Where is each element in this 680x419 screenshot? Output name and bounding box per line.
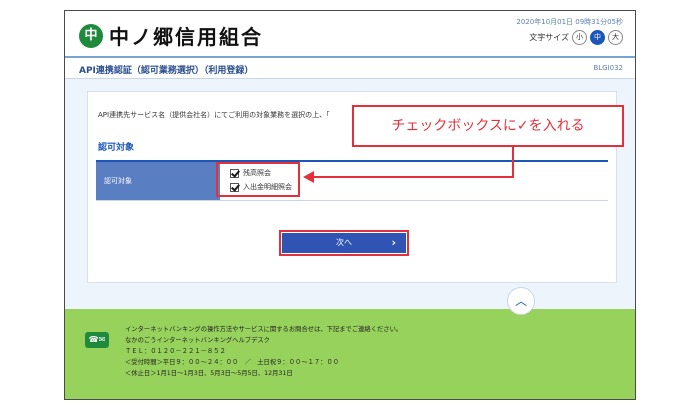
font-size-switcher: 文字サイズ 小 中 大 [529,30,623,45]
logo: 中 中ノ郷信用組合 [79,21,263,50]
footer: ☎✉ インターネットバンキングの操作方法やサービスに関するお問合せは、下記までご… [65,309,635,399]
phone-mail-icon: ☎✉ [85,332,109,348]
logo-text: 中ノ郷信用組合 [109,25,263,49]
datetime: 2020年10月01日 09時31分05秒 [516,18,623,26]
annotation-checkbox-highlight [216,162,300,197]
footer-line: インターネットバンキングの操作方法やサービスに関するお問合せは、下記までご連絡く… [125,326,403,333]
font-size-medium-button[interactable]: 中 [590,30,605,45]
form-row: 認可対象 残高照会 入出金明細照会 [96,162,608,201]
intro-text: API連携先サービス名（提供会社名）にてご利用の対象業務を選択の上、「 [98,111,330,119]
footer-text: インターネットバンキングの操作方法やサービスに関するお問合せは、下記までご連絡く… [125,324,402,379]
screen-code: BLGI032 [593,64,623,72]
annotation-button-highlight [279,230,409,256]
footer-line: ＜受付時間＞平日９：００～２４：００ ／ 土日祝９：００～１７：００ [125,359,340,366]
annotation-callout: チェックボックスに✓を入れる [352,105,624,147]
footer-line: ＴＥＬ：０１２０－２２１－８５２ [125,348,226,355]
row-label: 認可対象 [96,162,220,200]
back-to-top-button[interactable]: ︿ [507,287,535,315]
font-size-small-button[interactable]: 小 [572,30,587,45]
page-title: API連携認証（認可業務選択）（利用登録） [79,66,254,76]
footer-line: なかのごうインターネットバンキングヘルプデスク [125,337,270,344]
chevron-up-icon: ︿ [514,294,527,308]
logo-mark-icon: 中 [79,23,103,48]
page-title-bar: API連携認証（認可業務選択）（利用登録） BLGI032 [65,58,635,79]
font-size-label: 文字サイズ [529,33,569,42]
font-size-large-button[interactable]: 大 [608,30,623,45]
section-title: 認可対象 [98,143,135,153]
footer-line: ＜休止日＞1月1日～1月3日、5月3日～5月5日、12月31日 [125,370,293,377]
site-header: 中 中ノ郷信用組合 2020年10月01日 09時31分05秒 文字サイズ 小 … [65,11,635,58]
browser-frame: 中 中ノ郷信用組合 2020年10月01日 09時31分05秒 文字サイズ 小 … [64,10,636,400]
